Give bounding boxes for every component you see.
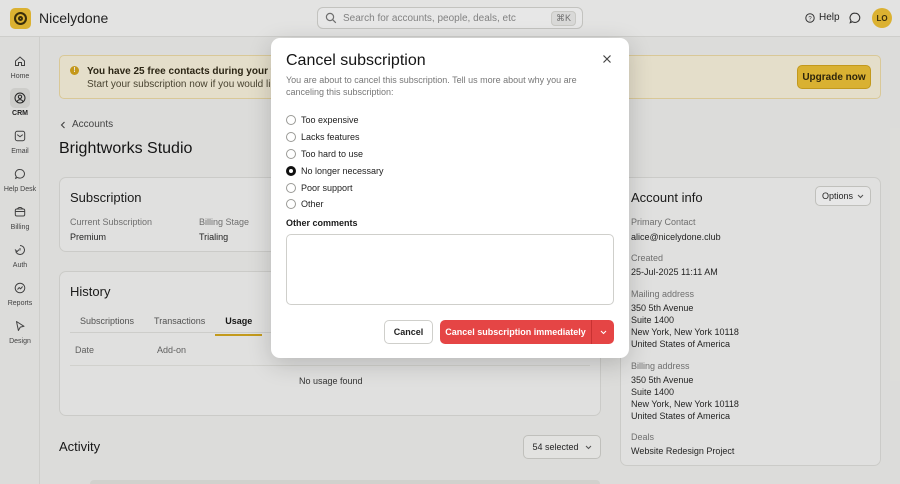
cancel-subscription-button[interactable]: Cancel subscription immediately [440,320,591,344]
close-button[interactable] [600,52,614,66]
radio-button[interactable] [286,199,296,210]
reason-label: Too expensive [301,115,359,126]
reason-label: Other [301,199,324,210]
reason-option[interactable]: Lacks features [286,129,384,146]
dialog-description: You are about to cancel this subscriptio… [286,75,577,97]
other-comments-label: Other comments [286,218,358,228]
reason-option[interactable]: No longer necessary [286,162,384,179]
cancel-button[interactable]: Cancel [384,320,433,344]
reason-label: Poor support [301,182,353,193]
cancel-options-dropdown-button[interactable] [591,320,614,344]
reason-label: Too hard to use [301,148,364,159]
radio-button[interactable] [286,132,296,143]
radio-button[interactable] [286,115,296,126]
reason-label: Lacks features [301,132,360,143]
reason-option[interactable]: Too expensive [286,112,384,129]
other-comments-textarea[interactable] [286,234,614,305]
radio-button[interactable] [286,148,296,159]
reason-radio-group: Too expensive Lacks features Too hard to… [286,112,384,213]
dialog-title: Cancel subscription [286,52,426,69]
reason-option[interactable]: Too hard to use [286,146,384,163]
chevron-down-icon [600,330,606,334]
reason-option[interactable]: Poor support [286,179,384,196]
radio-button[interactable] [286,182,296,193]
reason-option[interactable]: Other [286,196,384,213]
close-icon [603,55,611,63]
radio-button-selected[interactable] [286,165,296,176]
reason-label: No longer necessary [301,165,384,176]
cancel-subscription-dialog: Cancel subscription You are about to can… [271,38,629,358]
